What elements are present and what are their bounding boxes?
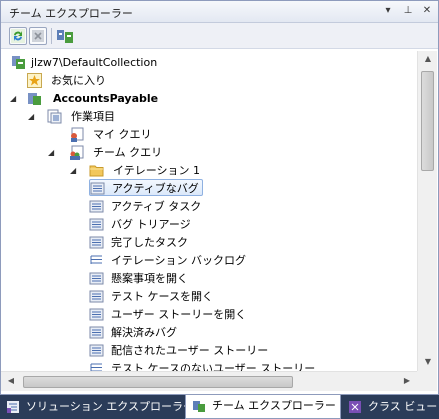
team-explorer-tree: jlzw7\DefaultCollection お気に入り ◢ Accounts…: [1, 51, 417, 371]
tree-query-item[interactable]: テスト ケースのないユーザー ストーリー: [89, 360, 329, 371]
scroll-right-arrow-icon[interactable]: ▶: [397, 376, 417, 385]
team-explorer-icon: [193, 401, 205, 412]
connect-to-team-project-button[interactable]: [56, 27, 74, 45]
tree-query-item[interactable]: 解決済みバグ: [89, 324, 289, 341]
expanded-arrow-icon[interactable]: ◢: [70, 162, 76, 179]
tree-node-work-items[interactable]: ◢ 作業項目: [27, 108, 187, 125]
connect-to-team-project-icon: [57, 30, 73, 43]
vertical-scroll-thumb[interactable]: [421, 71, 434, 171]
scroll-up-arrow-icon[interactable]: ▲: [418, 54, 438, 63]
query-list-icon: [89, 236, 104, 249]
pin-icon[interactable]: ⊥: [401, 4, 415, 18]
tree-node-label: イテレーション 1: [113, 164, 201, 177]
tree-node-label: AccountsPayable: [53, 92, 159, 105]
stop-icon: [32, 30, 44, 42]
tab-label: ソリューション エクスプローラー: [26, 400, 194, 413]
stop-button[interactable]: [29, 27, 47, 45]
tab-label: クラス ビュー: [368, 400, 438, 413]
vertical-scrollbar[interactable]: ▲ ▼: [417, 51, 437, 371]
query-label: バグ トリアージ: [111, 218, 191, 231]
scrollbar-corner: [417, 371, 437, 391]
tree-query-item[interactable]: 完了したタスク: [89, 234, 289, 251]
tree-query-item[interactable]: 懸案事項を開く: [89, 270, 289, 287]
query-label: ユーザー ストーリーを開く: [111, 308, 247, 321]
toolbar-separator: [51, 28, 52, 44]
tree-node-collection[interactable]: jlzw7\DefaultCollection: [9, 54, 209, 71]
tab-solution-explorer[interactable]: ソリューション エクスプローラー: [0, 396, 194, 418]
tree-node-label: 作業項目: [71, 110, 115, 123]
close-icon[interactable]: ✕: [420, 4, 434, 18]
query-label: テスト ケースのないユーザー ストーリー: [111, 362, 316, 371]
query-label: 配信されたユーザー ストーリー: [111, 344, 269, 357]
folder-icon: [89, 165, 104, 177]
tree-query-item[interactable]: イテレーション バックログ: [89, 252, 309, 269]
expanded-arrow-icon[interactable]: ◢: [48, 144, 54, 161]
tree-query-item[interactable]: バグ トリアージ: [89, 216, 289, 233]
tree-node-iteration-folder[interactable]: ◢ イテレーション 1: [69, 162, 209, 179]
query-label: アクティブ タスク: [111, 200, 202, 213]
scroll-down-arrow-icon[interactable]: ▼: [418, 357, 438, 366]
team-queries-icon: [70, 145, 84, 160]
refresh-icon: [11, 29, 25, 43]
my-queries-icon: [71, 127, 84, 142]
query-list-icon: [89, 308, 104, 321]
horizontal-scroll-thumb[interactable]: [23, 376, 293, 388]
query-label: イテレーション バックログ: [111, 254, 247, 267]
query-label: 懸案事項を開く: [111, 272, 188, 285]
query-list-icon: [89, 200, 104, 213]
tree-node-favorites[interactable]: お気に入り: [27, 72, 147, 89]
team-project-icon: [28, 93, 41, 105]
query-list-icon: [90, 182, 105, 195]
tree-node-label: お気に入り: [51, 74, 106, 87]
query-list-icon: [89, 218, 104, 231]
tool-window-tab-strip: ソリューション エクスプローラー チーム エクスプローラー クラス ビュー: [0, 395, 439, 419]
query-label: テスト ケースを開く: [111, 290, 213, 303]
tab-team-explorer[interactable]: チーム エクスプローラー: [185, 395, 341, 419]
tree-node-my-queries[interactable]: マイ クエリ: [65, 126, 185, 143]
tree-query-item[interactable]: アクティブ タスク: [89, 198, 289, 215]
tree-node-project[interactable]: ◢ AccountsPayable: [9, 90, 209, 107]
query-label: アクティブなバグ: [112, 182, 199, 195]
solution-explorer-icon: [7, 401, 19, 413]
team-explorer-window: チーム エクスプローラー ▾ ⊥ ✕ jlzw7\DefaultCollecti…: [0, 0, 439, 395]
tree-node-label: チーム クエリ: [93, 146, 163, 159]
scroll-left-arrow-icon[interactable]: ◀: [1, 376, 21, 385]
panel-toolbar: [1, 23, 438, 49]
tree-node-team-queries[interactable]: ◢ チーム クエリ: [47, 144, 187, 161]
favorites-star-icon: [27, 73, 42, 88]
tree-query-item[interactable]: アクティブなバグ: [89, 179, 203, 196]
tab-class-view[interactable]: クラス ビュー: [342, 396, 439, 418]
query-list-icon: [89, 290, 104, 303]
refresh-button[interactable]: [9, 27, 27, 45]
query-list-icon: [89, 272, 104, 285]
panel-title: チーム エクスプローラー: [9, 7, 133, 20]
tree-query-item[interactable]: 配信されたユーザー ストーリー: [89, 342, 309, 359]
query-label: 解決済みバグ: [111, 326, 177, 339]
tree-query-icon: [90, 255, 102, 264]
expanded-arrow-icon[interactable]: ◢: [10, 90, 16, 107]
horizontal-scrollbar[interactable]: ◀ ▶: [1, 371, 417, 391]
tree-query-icon: [90, 363, 102, 371]
query-list-icon: [89, 344, 104, 357]
query-label: 完了したタスク: [111, 236, 188, 249]
panel-title-bar: チーム エクスプローラー ▾ ⊥ ✕: [1, 1, 438, 23]
tree-node-label: jlzw7\DefaultCollection: [31, 56, 158, 69]
window-position-dropdown-icon[interactable]: ▾: [381, 4, 395, 18]
expanded-arrow-icon[interactable]: ◢: [28, 108, 34, 125]
tab-label: チーム エクスプローラー: [212, 399, 336, 412]
team-project-collection-icon: [12, 56, 25, 69]
tree-node-label: マイ クエリ: [93, 128, 152, 141]
tree-query-item[interactable]: ユーザー ストーリーを開く: [89, 306, 309, 323]
work-items-icon: [47, 109, 62, 124]
query-list-icon: [89, 326, 104, 339]
class-view-icon: [349, 401, 361, 413]
tree-query-item[interactable]: テスト ケースを開く: [89, 288, 289, 305]
